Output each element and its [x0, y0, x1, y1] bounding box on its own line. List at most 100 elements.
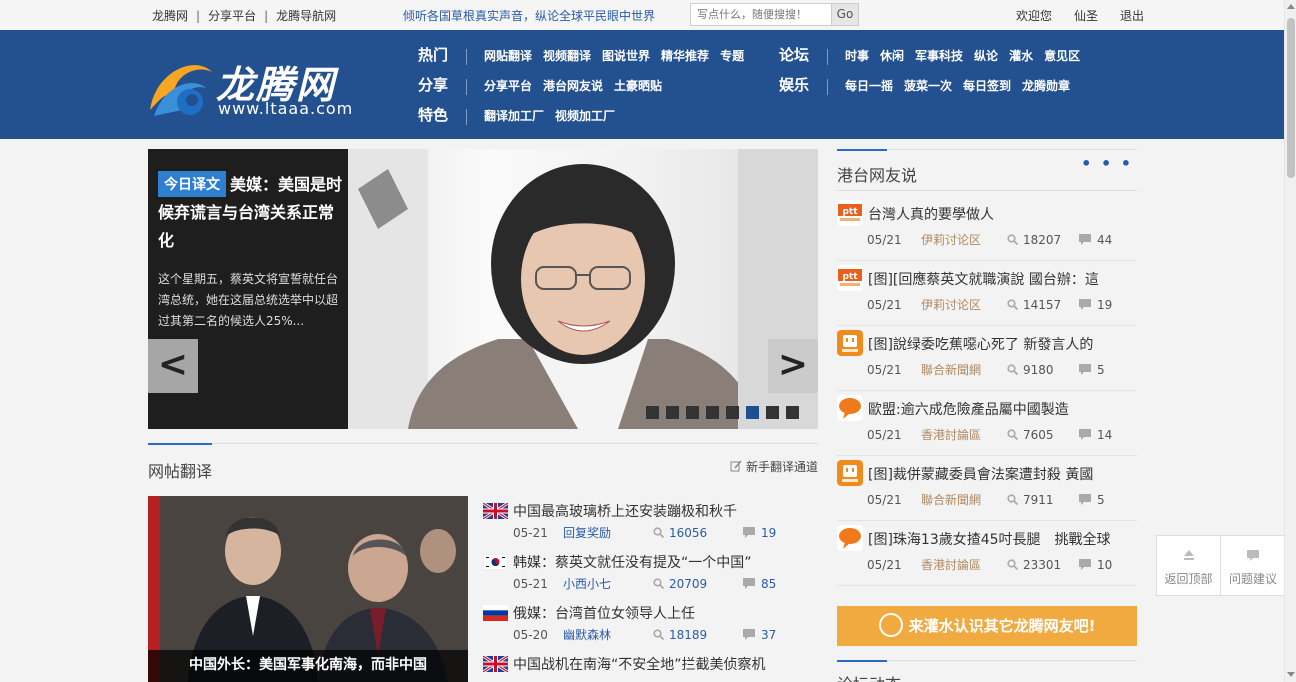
post-source[interactable]: 香港討論區 — [921, 426, 1007, 443]
arrow-up-icon — [1184, 550, 1194, 560]
views-icon — [1007, 299, 1019, 311]
chat-icon — [1247, 550, 1259, 561]
nav-item[interactable]: 港台网友说 — [543, 77, 603, 94]
nav-item[interactable]: 图说世界 — [602, 47, 650, 64]
slide-dot[interactable] — [646, 406, 659, 419]
nav-item[interactable]: 视频翻译 — [543, 47, 591, 64]
nav-item[interactable]: 意见区 — [1044, 47, 1080, 64]
nav-cat-forum[interactable]: 论坛 — [779, 44, 827, 65]
scroll-up-icon[interactable] — [1287, 4, 1295, 9]
section-title[interactable]: 论坛动态 — [837, 671, 901, 682]
username-link[interactable]: 仙圣 — [1074, 9, 1098, 23]
section-title[interactable]: 港台网友说 — [837, 162, 917, 186]
scroll-down-icon[interactable] — [1287, 672, 1295, 677]
post-title[interactable]: [图]珠海13歲女揸45吋長腿 挑戰全球 — [868, 529, 1111, 549]
site-logo[interactable]: 龙腾网 www.ltaaa.com — [146, 50, 386, 130]
post-meta: 05/21 聯合新聞網 7911 5 — [867, 491, 1105, 508]
scrollbar-thumb[interactable] — [1287, 18, 1295, 178]
item-title[interactable]: 韩媒：蔡英文就任没有提及“一个中国” — [513, 552, 752, 572]
nav-item[interactable]: 网贴翻译 — [484, 47, 532, 64]
post-comments: 10 — [1079, 558, 1112, 572]
slide-next-button[interactable]: > — [768, 339, 818, 393]
friend-post-item: [图]裁併蒙藏委員會法案遭封殺 黃國 05/21 聯合新聞網 7911 5 — [837, 456, 1137, 521]
slide-dot[interactable] — [706, 406, 719, 419]
translation-section-header: 网帖翻译 新手翻译通道 — [148, 443, 818, 483]
nav-item[interactable]: 每日签到 — [963, 77, 1011, 94]
nav-item[interactable]: 精华推荐 — [661, 47, 709, 64]
nav-item[interactable]: 视频加工厂 — [555, 107, 615, 124]
nav-item[interactable]: 每日一摇 — [845, 77, 893, 94]
post-source[interactable]: 聯合新聞網 — [921, 361, 1007, 378]
feature-caption[interactable]: 中国外长：美国军事化南海，而非中国 — [148, 650, 468, 682]
nav-item[interactable]: 纵论 — [974, 47, 998, 64]
post-comments: 5 — [1079, 493, 1105, 507]
nav-item[interactable]: 翻译加工厂 — [484, 107, 544, 124]
nav-item[interactable]: 菠菜一次 — [904, 77, 952, 94]
slide-photo[interactable] — [348, 149, 818, 429]
post-comments: 44 — [1079, 233, 1112, 247]
nav-cat-ent[interactable]: 娱乐 — [779, 74, 827, 95]
slide-dot[interactable] — [786, 406, 799, 419]
back-to-top-button[interactable]: 返回顶部 — [1157, 536, 1221, 595]
item-author[interactable]: 幽默森林 — [563, 626, 653, 643]
slide-dot[interactable] — [686, 406, 699, 419]
slide-dot[interactable] — [666, 406, 679, 419]
nav-item[interactable]: 分享平台 — [484, 77, 532, 94]
logout-link[interactable]: 退出 — [1120, 9, 1144, 23]
nav-cat-special[interactable]: 特色 — [418, 104, 466, 125]
top-link-share[interactable]: 分享平台 — [208, 7, 256, 24]
post-views: 14157 — [1007, 298, 1079, 312]
edit-icon — [730, 460, 742, 472]
slide-dot-active[interactable] — [746, 406, 759, 419]
feature-image[interactable]: 中国外长：美国军事化南海，而非中国 — [148, 496, 468, 682]
nav-row-hot: 热门 网贴翻译 视频翻译 图说世界 精华推荐 专题 — [418, 44, 755, 65]
item-author[interactable]: 回复奖励 — [563, 524, 653, 541]
nav-item[interactable]: 专题 — [720, 47, 744, 64]
top-link-nav[interactable]: 龙腾导航网 — [276, 7, 336, 24]
post-comments: 19 — [1079, 298, 1112, 312]
speech-bubble-icon — [837, 395, 863, 421]
nav-item[interactable]: 休闲 — [880, 47, 904, 64]
item-meta: 05-21 小西小七 20709 85 — [513, 575, 776, 592]
post-source[interactable]: 伊莉讨论区 — [921, 231, 1007, 248]
item-comment-count: 19 — [761, 526, 777, 540]
post-title[interactable]: [图]裁併蒙藏委員會法案遭封殺 黃國 — [868, 464, 1093, 484]
post-source[interactable]: 伊莉讨论区 — [921, 296, 1007, 313]
item-title[interactable]: 中国最高玻璃桥上还安装蹦极和秋千 — [513, 501, 737, 521]
search-input[interactable] — [691, 4, 832, 25]
item-author[interactable]: 小西小七 — [563, 575, 653, 592]
nav-row-ent: 娱乐 每日一摇 菠菜一次 每日签到 龙腾勋章 — [779, 74, 1081, 95]
slide-dot[interactable] — [766, 406, 779, 419]
more-icon[interactable]: • • • — [1081, 154, 1133, 173]
post-title[interactable]: 歐盟:逾六成危險產品屬中國製造 — [868, 399, 1069, 419]
search-button[interactable]: Go — [831, 4, 858, 25]
chat-cta-button[interactable]: 来灌水认识其它龙腾网友吧! — [837, 606, 1137, 646]
section-accent — [837, 149, 887, 151]
views-icon — [1007, 494, 1019, 506]
top-link-home[interactable]: 龙腾网 — [152, 7, 188, 24]
nav-item[interactable]: 灌水 — [1009, 47, 1033, 64]
scrollbar[interactable] — [1284, 0, 1296, 682]
nav-item[interactable]: 军事科技 — [915, 47, 963, 64]
nav-item[interactable]: 时事 — [845, 47, 869, 64]
section-title[interactable]: 网帖翻译 — [148, 458, 212, 482]
post-title[interactable]: [图]說绿委吃蕉噁心死了 新發言人的 — [868, 334, 1093, 354]
post-source[interactable]: 聯合新聞網 — [921, 491, 1007, 508]
item-title[interactable]: 中国战机在南海“不安全地”拦截美侦察机 — [513, 654, 766, 674]
newbie-translate-link[interactable]: 新手翻译通道 — [730, 458, 818, 475]
slide-dot[interactable] — [726, 406, 739, 419]
svg-text:ptt: ptt — [842, 272, 858, 282]
feedback-button[interactable]: 问题建议 — [1221, 536, 1285, 595]
feedback-label: 问题建议 — [1228, 572, 1277, 586]
post-title[interactable]: [图][回應蔡英文就職演說 國台辦：這 — [868, 269, 1099, 289]
views-icon — [1007, 559, 1019, 571]
nav-item[interactable]: 龙腾勋章 — [1022, 77, 1070, 94]
nav-item[interactable]: 土豪晒贴 — [614, 77, 662, 94]
slide-prev-button[interactable]: < — [148, 339, 198, 393]
nav-cat-hot[interactable]: 热门 — [418, 44, 466, 65]
nav-cat-share[interactable]: 分享 — [418, 74, 466, 95]
newbie-translate-label: 新手翻译通道 — [745, 460, 818, 474]
post-title[interactable]: 台灣人真的要學做人 — [868, 204, 994, 224]
item-title[interactable]: 俄媒：台湾首位女领导人上任 — [513, 603, 695, 623]
post-source[interactable]: 香港討論區 — [921, 556, 1007, 573]
